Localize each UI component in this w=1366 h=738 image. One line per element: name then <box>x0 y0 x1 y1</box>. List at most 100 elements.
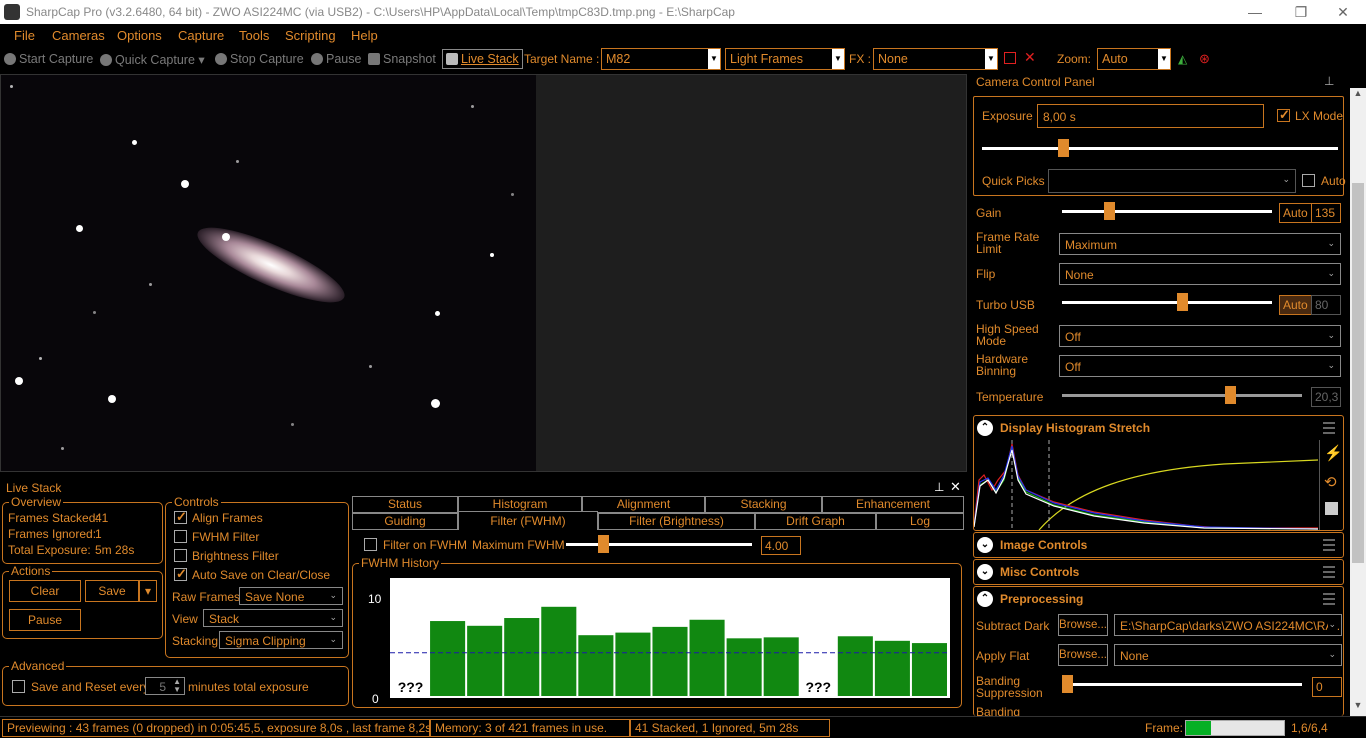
align-frames-checkbox[interactable] <box>174 509 187 525</box>
turbo-usb-input[interactable]: 80 <box>1311 295 1341 315</box>
gain-slider-thumb[interactable] <box>1103 202 1115 220</box>
scrollbar-thumb[interactable] <box>1352 183 1364 563</box>
minimize-button[interactable]: — <box>1232 2 1278 22</box>
crosshair-icon[interactable]: ✕ <box>1024 49 1036 66</box>
menu-help[interactable]: Help <box>351 28 378 43</box>
turbo-auto-button[interactable]: Auto <box>1279 295 1312 315</box>
filter-on-fwhm-checkbox[interactable] <box>364 538 377 551</box>
exposure-slider[interactable] <box>982 147 1338 150</box>
zoom-select[interactable]: Auto ▼ <box>1097 48 1171 70</box>
banding-input[interactable]: 0 <box>1312 677 1342 697</box>
chevron-up-icon[interactable]: ⌃ <box>977 591 993 607</box>
pause-stack-button[interactable]: Pause <box>9 609 81 631</box>
chevron-down-icon[interactable]: ▼ <box>985 49 997 69</box>
pin-icon[interactable]: ⊥ <box>1324 74 1334 88</box>
turbo-usb-slider-thumb[interactable] <box>1177 293 1189 311</box>
chevron-down-icon[interactable]: ▼ <box>1158 49 1170 69</box>
banding-slider[interactable] <box>1062 683 1302 686</box>
high-speed-select[interactable]: Off ⌄ <box>1059 325 1341 347</box>
menu-capture[interactable]: Capture <box>178 28 224 43</box>
save-reset-minutes-input[interactable]: 5 ▲ ▼ <box>145 677 185 695</box>
chevron-down-icon[interactable]: ⌄ <box>977 564 993 580</box>
browse-dark-button[interactable]: Browse... <box>1058 614 1108 636</box>
tab-guiding[interactable]: Guiding <box>352 513 458 530</box>
pause-button[interactable]: Pause <box>311 52 361 66</box>
lx-mode-checkbox[interactable] <box>1277 107 1290 123</box>
tab-alignment[interactable]: Alignment <box>582 496 705 513</box>
fx-select[interactable]: None ▼ <box>873 48 998 70</box>
menu-file[interactable]: File <box>14 28 35 43</box>
menu-tools[interactable]: Tools <box>239 28 269 43</box>
quick-picks-select[interactable]: ⌄ <box>1048 169 1296 193</box>
gain-input[interactable]: 135 <box>1311 203 1341 223</box>
exposure-slider-thumb[interactable] <box>1057 139 1069 157</box>
focus-icon[interactable]: ⊛ <box>1199 51 1210 67</box>
turbo-usb-slider[interactable] <box>1062 301 1272 304</box>
panel-scrollbar[interactable]: ▲ ▼ <box>1350 88 1366 716</box>
tab-stacking[interactable]: Stacking <box>705 496 822 513</box>
menu-options[interactable]: Options <box>117 28 162 43</box>
fwhm-filter-checkbox[interactable] <box>174 530 187 543</box>
lightning-icon[interactable]: ⚡ <box>1324 444 1343 462</box>
close-button[interactable]: ✕ <box>1320 2 1366 22</box>
tab-filter-fwhm[interactable]: Filter (FWHM) <box>458 511 598 530</box>
stepper-icon[interactable]: ▲ ▼ <box>173 678 181 694</box>
histogram-plot[interactable] <box>974 440 1318 530</box>
chevron-down-icon[interactable]: ▼ <box>708 49 720 69</box>
tab-filter-brightness[interactable]: Filter (Brightness) <box>598 513 755 530</box>
clear-button[interactable]: Clear <box>9 580 81 602</box>
save-dropdown-button[interactable]: ▾ <box>139 580 157 602</box>
save-button[interactable]: Save <box>85 580 139 602</box>
stacking-select[interactable]: Sigma Clipping ⌄ <box>219 631 343 649</box>
restore-button[interactable]: ❐ <box>1278 2 1324 22</box>
max-fwhm-slider-thumb[interactable] <box>598 535 609 553</box>
flip-select[interactable]: None ⌄ <box>1059 263 1341 285</box>
gain-auto-button[interactable]: Auto <box>1279 203 1312 223</box>
brightness-filter-checkbox[interactable] <box>174 549 187 562</box>
save-icon[interactable] <box>1325 502 1338 515</box>
menu-cameras[interactable]: Cameras <box>52 28 105 43</box>
chevron-up-icon[interactable]: ⌃ <box>977 420 993 436</box>
view-select[interactable]: Stack ⌄ <box>203 609 343 627</box>
menu-icon[interactable] <box>1323 593 1335 605</box>
menu-scripting[interactable]: Scripting <box>285 28 336 43</box>
hardware-binning-select[interactable]: Off ⌄ <box>1059 355 1341 377</box>
menu-icon[interactable] <box>1323 422 1335 434</box>
target-name-input[interactable]: M82 ▼ <box>601 48 721 70</box>
tab-drift-graph[interactable]: Drift Graph <box>755 513 876 530</box>
stop-capture-button[interactable]: Stop Capture <box>215 52 304 66</box>
tab-log[interactable]: Log <box>876 513 964 530</box>
auto-save-checkbox[interactable] <box>174 566 187 582</box>
gain-slider[interactable] <box>1062 210 1272 213</box>
raw-frames-select[interactable]: Save None ⌄ <box>239 587 343 605</box>
reset-icon[interactable]: ⟲ <box>1324 473 1337 491</box>
menu-icon[interactable] <box>1323 539 1335 551</box>
live-stack-button[interactable]: Live Stack <box>442 49 523 69</box>
scroll-up-icon[interactable]: ▲ <box>1350 88 1366 104</box>
image-viewer[interactable] <box>0 74 967 472</box>
frame-type-select[interactable]: Light Frames ▼ <box>725 48 845 70</box>
quick-picks-auto-checkbox[interactable] <box>1302 174 1315 187</box>
tab-status[interactable]: Status <box>352 496 458 513</box>
banding-slider-thumb[interactable] <box>1062 675 1073 693</box>
chevron-down-icon[interactable]: ▼ <box>832 49 844 69</box>
max-fwhm-input[interactable]: 4.00 <box>761 536 801 555</box>
frame-rate-select[interactable]: Maximum ⌄ <box>1059 233 1341 255</box>
histogram-icon[interactable]: ◭ <box>1178 52 1187 66</box>
close-icon[interactable]: ✕ <box>950 479 961 495</box>
tab-enhancement[interactable]: Enhancement <box>822 496 964 513</box>
pin-icon[interactable]: ⊥ <box>934 480 944 494</box>
browse-flat-button[interactable]: Browse... <box>1058 644 1108 666</box>
start-capture-button[interactable]: Start Capture <box>4 52 93 66</box>
quick-capture-button[interactable]: Quick Capture ▾ <box>100 52 205 67</box>
flat-frame-select[interactable]: None ⌄ <box>1114 644 1342 666</box>
scroll-down-icon[interactable]: ▼ <box>1350 700 1366 716</box>
max-fwhm-slider[interactable] <box>566 543 752 546</box>
dark-frame-select[interactable]: E:\SharpCap\darks\ZWO ASI224MC\RA... ⌄ <box>1114 614 1342 636</box>
menu-icon[interactable] <box>1323 566 1335 578</box>
select-area-icon[interactable] <box>1004 52 1016 64</box>
exposure-input[interactable]: 8,00 s <box>1037 104 1264 128</box>
snapshot-button[interactable]: Snapshot <box>368 52 436 66</box>
chevron-down-icon[interactable]: ⌄ <box>977 537 993 553</box>
save-reset-checkbox[interactable] <box>12 680 25 693</box>
